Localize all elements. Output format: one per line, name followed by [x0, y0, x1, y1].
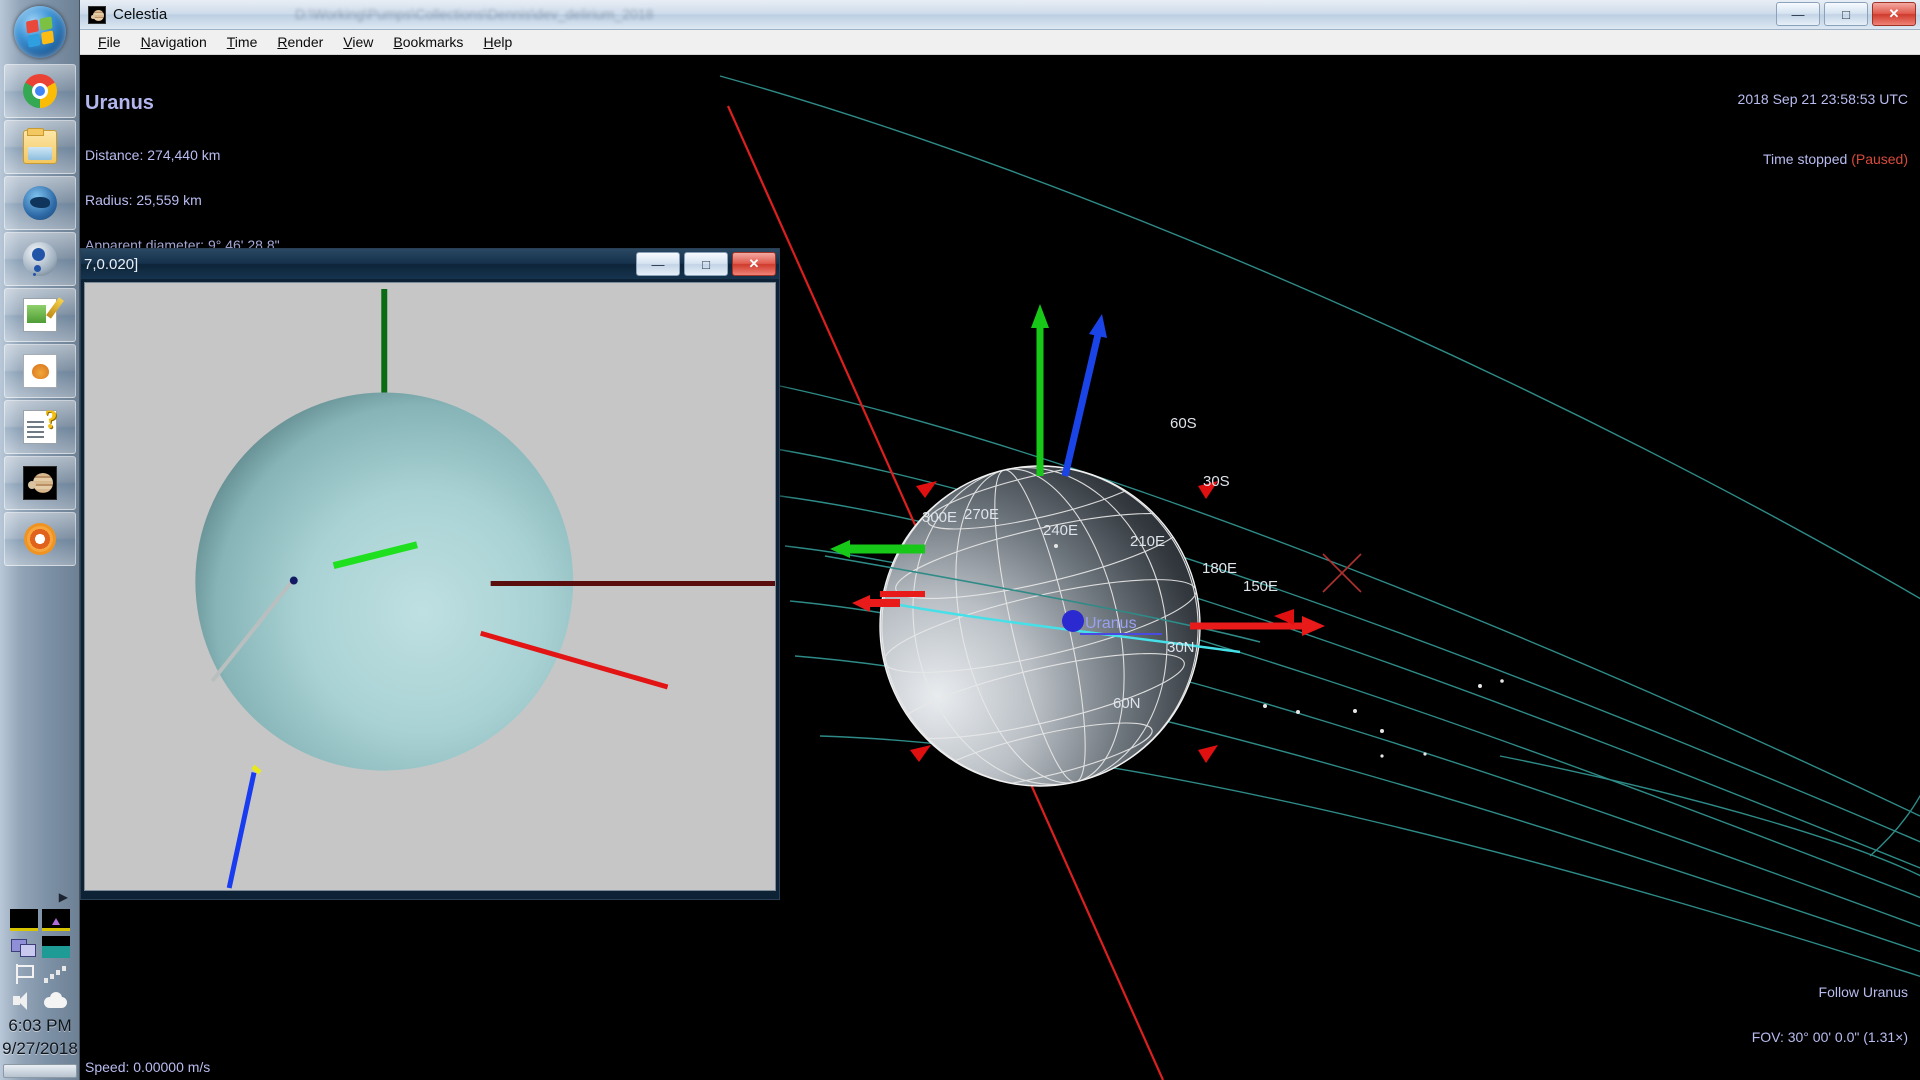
- grid-label: 30N: [1167, 639, 1195, 656]
- object-distance: Distance: 274,440 km: [85, 147, 221, 163]
- object-radius: Radius: 25,559 km: [85, 192, 202, 208]
- signal-bars-icon[interactable]: [42, 963, 70, 985]
- paintshop-icon: [22, 242, 57, 276]
- windows-logo-icon: [13, 6, 66, 58]
- child-render-area[interactable]: [84, 282, 776, 891]
- child-window-title: 7,0.020]: [84, 255, 139, 273]
- clock-time: 6:03 PM: [8, 1016, 72, 1035]
- grid-label: 30S: [1203, 473, 1230, 490]
- folder-icon: [22, 128, 57, 164]
- object-name: Uranus: [85, 92, 154, 114]
- flag-icon[interactable]: [10, 963, 38, 985]
- child-title-bar[interactable]: 7,0.020] — □ ✕: [81, 249, 779, 279]
- network-icon[interactable]: [10, 936, 38, 958]
- help-document-icon: [22, 405, 58, 444]
- view-status-panel: Follow Uranus FOV: 30° 00' 0.0" (1.31×): [1752, 955, 1908, 1075]
- show-desktop-button[interactable]: [3, 1064, 77, 1078]
- menu-navigation[interactable]: Navigation: [131, 31, 217, 53]
- celestia-window: Celestia D:\Working\Pumps\Collections\De…: [80, 0, 1920, 1080]
- simulation-datetime: 2018 Sep 21 23:58:53 UTC: [1737, 91, 1908, 107]
- menu-bar: File Navigation Time Render View Bookmar…: [80, 30, 1920, 55]
- render-viewport[interactable]: 60S 30S 300E 270E 240E 210E 180E 150E 30N 60N Uran…: [80, 56, 1920, 1080]
- menu-time[interactable]: Time: [217, 31, 268, 53]
- time-status-text: Time stopped: [1762, 151, 1852, 167]
- taskbar-item-text-editor[interactable]: [3, 288, 76, 342]
- title-bar[interactable]: Celestia D:\Working\Pumps\Collections\De…: [80, 0, 1920, 30]
- planet-label: Uranus: [1085, 615, 1137, 632]
- grid-label: 270E: [964, 506, 999, 523]
- speed-indicator: Speed: 0.00000 m/s: [85, 1059, 211, 1075]
- child-center-dot: [289, 576, 298, 585]
- clock[interactable]: 6:03 PM 9/27/2018: [0, 1014, 80, 1064]
- grid-label: 210E: [1130, 533, 1165, 550]
- text-editor-icon: [22, 298, 57, 332]
- taskbar-item-chrome[interactable]: [3, 64, 76, 118]
- child-window[interactable]: 7,0.020] — □ ✕: [80, 248, 780, 900]
- planet-marker-dot: [1062, 610, 1084, 632]
- tray-expand-button[interactable]: ▶: [0, 890, 80, 904]
- grid-label: 240E: [1043, 522, 1078, 539]
- image-document-icon: [22, 354, 57, 388]
- taskbar-item-image-document[interactable]: [3, 344, 76, 398]
- app-icon: [88, 5, 106, 24]
- grid-label: 180E: [1202, 560, 1237, 577]
- display-teal-icon[interactable]: [42, 936, 70, 958]
- time-paused-badge: (Paused): [1851, 151, 1908, 167]
- close-button[interactable]: ✕: [1872, 2, 1916, 26]
- maximize-button[interactable]: □: [1824, 2, 1868, 26]
- menu-render[interactable]: Render: [267, 31, 333, 53]
- start-button[interactable]: [4, 2, 76, 62]
- display-black-icon[interactable]: [10, 909, 38, 931]
- menu-help[interactable]: Help: [473, 31, 522, 53]
- child-maximize-button[interactable]: □: [684, 252, 728, 276]
- grid-label: 60N: [1113, 695, 1141, 712]
- grid-label: 300E: [922, 509, 957, 526]
- taskbar-item-file-explorer[interactable]: [3, 120, 76, 174]
- thunderbird-icon: [22, 186, 57, 220]
- celestia-icon: [22, 466, 57, 500]
- taskbar-item-irfanview[interactable]: [3, 512, 76, 566]
- child-scene-graphic: [85, 283, 775, 890]
- chrome-icon: [22, 74, 57, 108]
- taskbar: ▶ 6:03 PM 9/27/2018: [0, 0, 80, 1080]
- follow-mode: Follow Uranus: [1818, 984, 1908, 1000]
- time-panel: 2018 Sep 21 23:58:53 UTC Time stopped (P…: [1724, 62, 1908, 212]
- taskbar-item-help-document[interactable]: [3, 400, 76, 454]
- menu-bookmarks[interactable]: Bookmarks: [383, 31, 473, 53]
- grid-label: 150E: [1243, 578, 1278, 595]
- cross-marker: [1322, 553, 1362, 593]
- clock-date: 9/27/2018: [2, 1039, 78, 1058]
- system-tray: ▶ 6:03 PM 9/27/2018: [0, 890, 80, 1080]
- display-chart-icon[interactable]: [42, 909, 70, 931]
- grid-label: 60S: [1170, 415, 1197, 432]
- field-of-view: FOV: 30° 00' 0.0" (1.31×): [1751, 1029, 1908, 1045]
- child-minimize-button[interactable]: —: [636, 252, 680, 276]
- window-title: Celestia: [113, 6, 168, 23]
- child-close-button[interactable]: ✕: [732, 252, 776, 276]
- ring-system: [719, 75, 1920, 978]
- menu-view[interactable]: View: [333, 31, 383, 53]
- taskbar-item-celestia[interactable]: [3, 456, 76, 510]
- irfanview-eye-icon: [22, 522, 57, 556]
- minimize-button[interactable]: —: [1776, 2, 1820, 26]
- time-status: Time stopped (Paused): [1724, 137, 1908, 182]
- taskbar-item-paintshop[interactable]: [3, 232, 76, 286]
- taskbar-item-thunderbird[interactable]: [3, 176, 76, 230]
- volume-icon[interactable]: [10, 990, 38, 1012]
- background-window-path: D:\Working\Pumps\Collections\Dennis\dev_…: [295, 6, 654, 22]
- menu-file[interactable]: File: [88, 31, 131, 53]
- cloud-icon[interactable]: [42, 990, 70, 1012]
